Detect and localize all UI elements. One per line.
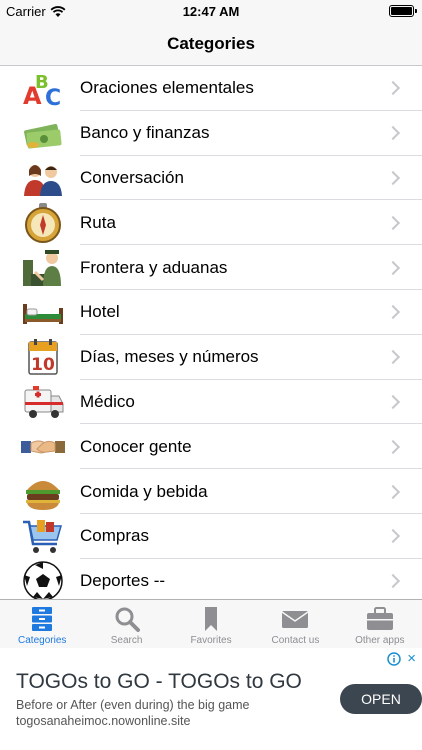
- chevron-right-icon: [385, 170, 401, 186]
- status-bar: Carrier 12:47 AM: [0, 0, 422, 22]
- shopping-cart-icon: [21, 516, 65, 556]
- abc-blocks-icon: A B C: [21, 68, 65, 108]
- tab-contact[interactable]: Contact us: [253, 600, 337, 648]
- category-list[interactable]: A B C Oraciones elementales Banco y fina…: [0, 66, 422, 599]
- svg-text:C: C: [45, 86, 61, 108]
- chevron-right-icon: [385, 126, 401, 141]
- chevron-right-icon: [385, 439, 401, 454]
- category-label: Compras: [80, 526, 149, 546]
- category-row-deportes[interactable]: Deportes --: [0, 559, 422, 599]
- chevron-right-icon: [385, 260, 401, 275]
- page-title: Categories: [167, 34, 255, 53]
- customs-officer-icon: [21, 248, 65, 288]
- soccer-ball-icon: [21, 561, 65, 599]
- chevron-right-icon: [385, 350, 401, 365]
- calendar-number: 10: [31, 355, 55, 375]
- bed-icon: [21, 292, 65, 332]
- tab-label: Categories: [18, 635, 67, 646]
- category-row-banco[interactable]: Banco y finanzas: [0, 111, 422, 156]
- chevron-right-icon: [385, 305, 401, 320]
- ad-url: togosanaheimoc.nowonline.site: [16, 714, 191, 728]
- tab-label: Favorites: [190, 635, 232, 646]
- category-row-comida[interactable]: Comida y bebida: [0, 469, 422, 514]
- close-ad-icon[interactable]: ×: [407, 651, 416, 666]
- envelope-icon: [281, 611, 309, 628]
- ad-subtitle: Before or After (even during) the big ga…: [16, 698, 250, 712]
- chevron-right-icon: [385, 574, 401, 589]
- ad-title[interactable]: TOGOs to GO - TOGOs to GO: [16, 670, 302, 694]
- category-row-oraciones[interactable]: A B C Oraciones elementales: [0, 66, 422, 111]
- tab-search[interactable]: Search: [84, 600, 168, 648]
- category-label: Hotel: [80, 302, 120, 322]
- tab-label: Contact us: [271, 635, 320, 646]
- category-row-hotel[interactable]: Hotel: [0, 290, 422, 335]
- category-label: Deportes --: [80, 571, 166, 591]
- tab-label: Other apps: [355, 635, 405, 646]
- briefcase-icon: [366, 607, 393, 630]
- category-label: Frontera y aduanas: [80, 257, 228, 277]
- tab-other-apps[interactable]: Other apps: [338, 600, 422, 648]
- ad-open-button[interactable]: OPEN: [340, 684, 422, 714]
- category-row-frontera[interactable]: Frontera y aduanas: [0, 245, 422, 290]
- category-label: Conocer gente: [80, 436, 192, 456]
- category-label: Conversación: [80, 167, 184, 187]
- category-row-compras[interactable]: Compras: [0, 514, 422, 559]
- tab-favorites[interactable]: Favorites: [169, 600, 253, 648]
- chevron-right-icon: [385, 484, 401, 499]
- chevron-right-icon: [385, 529, 401, 544]
- category-label: Comida y bebida: [80, 481, 208, 501]
- clock: 12:47 AM: [182, 4, 240, 19]
- tab-bar: Categories Search Favorites Contact us O…: [0, 599, 422, 648]
- category-label: Banco y finanzas: [80, 123, 210, 143]
- handshake-icon: [21, 427, 65, 467]
- chevron-right-icon: [385, 81, 401, 96]
- bookmark-icon: [205, 607, 218, 631]
- people-talking-icon: [21, 158, 65, 198]
- money-icon: [21, 113, 65, 153]
- ambulance-icon: [21, 382, 65, 422]
- tab-categories[interactable]: Categories: [0, 600, 84, 648]
- info-icon[interactable]: [387, 652, 401, 666]
- chevron-right-icon: [385, 215, 401, 230]
- burger-icon: [21, 472, 65, 512]
- compass-icon: [21, 202, 65, 243]
- category-label: Médico: [80, 391, 135, 411]
- category-label: Ruta: [80, 212, 116, 232]
- ad-choices[interactable]: ×: [387, 651, 416, 666]
- battery-icon: [389, 5, 417, 17]
- category-row-conocer[interactable]: Conocer gente: [0, 424, 422, 470]
- ad-banner[interactable]: × TOGOs to GO - TOGOs to GO Before or Af…: [0, 648, 422, 750]
- tab-label: Search: [110, 635, 143, 646]
- chevron-right-icon: [385, 394, 401, 410]
- category-label: Oraciones elementales: [80, 78, 254, 98]
- navigation-bar: Categories: [0, 22, 422, 66]
- category-label: Días, meses y números: [80, 347, 259, 367]
- search-icon: [115, 607, 140, 632]
- category-row-ruta[interactable]: Ruta: [0, 200, 422, 246]
- categories-icon: [32, 607, 53, 631]
- category-row-medico[interactable]: Médico: [0, 380, 422, 425]
- calendar-icon: 10: [21, 337, 65, 377]
- category-row-dias[interactable]: 10 Días, meses y números: [0, 335, 422, 380]
- category-row-conversacion[interactable]: Conversación: [0, 156, 422, 201]
